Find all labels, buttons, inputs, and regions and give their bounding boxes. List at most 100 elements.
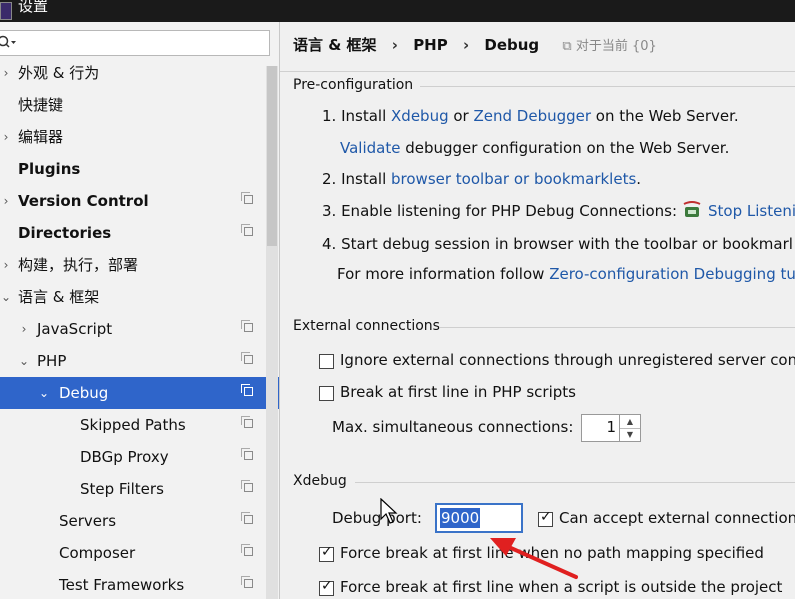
sidebar-scrollbar[interactable] [266,66,278,599]
chevron-down-icon[interactable]: ⌄ [0,281,12,313]
sidebar-item-label: Servers [59,512,117,530]
sidebar-item-appearance[interactable]: › 外观 & 行为 [0,57,266,89]
sidebar-item-version-control[interactable]: › Version Control [0,185,266,217]
debug-port-label: Debug port: [332,509,422,527]
max-connections-spinner[interactable]: 1 ▲ ▼ [581,414,641,442]
sidebar-item-label: 编辑器 [18,128,64,146]
sidebar-item-label: Directories [18,224,112,242]
sidebar-item-label: Version Control [18,192,149,210]
chevron-right-icon[interactable]: › [0,249,12,281]
sidebar-item-composer[interactable]: Composer [0,537,266,569]
ignore-external-checkbox[interactable] [319,354,334,369]
project-scope-icon [241,384,253,396]
listen-phone-icon[interactable] [683,201,703,219]
accept-external-checkbox[interactable] [538,509,553,527]
breadcrumb-item: 语言 & 框架 [293,36,377,54]
sidebar-item-label: Skipped Paths [80,416,186,434]
sidebar-item-label: Debug [59,384,109,402]
sidebar-item-languages[interactable]: ⌄ 语言 & 框架 [0,281,266,313]
force-break-no-mapping-checkbox[interactable] [319,544,334,562]
xdebug-link[interactable]: Xdebug [391,107,449,125]
step-1: 1. Install Xdebug or Zend Debugger on th… [322,107,739,125]
group-title-xdebug: Xdebug [293,473,347,489]
validate-line: Validate debugger configuration on the W… [340,139,730,157]
project-scope-icon [241,416,253,428]
project-scope-icon [241,224,253,236]
debug-port-value[interactable]: 9000 [440,508,481,528]
sidebar-item-servers[interactable]: Servers [0,505,266,537]
sidebar-item-dbgp-proxy[interactable]: DBGp Proxy [0,441,266,473]
sidebar-item-debug[interactable]: ⌄ Debug [0,377,279,409]
window-title: 设置 [18,0,49,15]
force-break-outside-checkbox[interactable] [319,578,334,596]
sidebar-item-label: Step Filters [80,480,164,498]
mouse-cursor-icon [380,498,398,524]
sidebar-item-keymap[interactable]: 快捷键 [0,89,266,121]
zero-config-link[interactable]: Zero-configuration Debugging tu [549,265,795,283]
ignore-external-label[interactable]: Ignore external connections through unre… [340,351,795,369]
sidebar-item-javascript[interactable]: › JavaScript [0,313,266,345]
search-input[interactable] [17,33,266,55]
browser-toolbar-link[interactable]: browser toolbar or bookmarklets [391,170,636,188]
project-scope-icon [241,320,253,332]
project-scope-icon [241,192,253,204]
breadcrumb-separator: › [391,36,398,54]
more-info-line: For more information follow Zero-configu… [337,265,795,283]
settings-content: 语言 & 框架 › PHP › Debug ⧉ 对于当前 {0} Pre-con… [280,22,795,599]
accept-external-label[interactable]: Can accept external connections [559,509,795,527]
sidebar-item-label: Composer [59,544,136,562]
sidebar-item-label: JavaScript [37,320,113,338]
increment-button[interactable]: ▲ [620,415,640,429]
group-separator [355,482,795,483]
app-icon [0,2,12,20]
chevron-right-icon[interactable]: › [0,185,12,217]
divider [280,71,795,72]
force-break-outside-label[interactable]: Force break at first line when a script … [340,578,782,596]
sidebar-item-label: 构建，执行，部署 [18,256,139,274]
scope-note: ⧉ 对于当前 {0} [562,39,657,54]
group-separator [440,327,795,328]
scrollbar-thumb[interactable] [267,66,277,246]
max-connections-value[interactable]: 1 [606,418,616,436]
chevron-right-icon[interactable]: › [18,313,30,345]
sidebar-item-php[interactable]: ⌄ PHP [0,345,266,377]
sidebar-item-label: 快捷键 [18,96,64,114]
project-scope-icon [241,448,253,460]
max-connections-label: Max. simultaneous connections: [332,418,574,436]
zend-debugger-link[interactable]: Zend Debugger [473,107,591,125]
chevron-down-icon[interactable]: ⌄ [38,377,50,409]
debug-port-input[interactable]: 9000 [435,503,523,533]
project-scope-icon [241,576,253,588]
break-first-line-label[interactable]: Break at first line in PHP scripts [340,383,576,401]
group-title-external: External connections [293,318,440,334]
sidebar-item-label: Test Frameworks [59,576,185,594]
project-scope-icon [241,544,253,556]
step-3: 3. Enable listening for PHP Debug Connec… [322,202,678,220]
chevron-right-icon[interactable]: › [0,121,12,153]
step-2: 2. Install browser toolbar or bookmarkle… [322,170,642,188]
step-4: 4. Start debug session in browser with t… [322,235,793,253]
group-separator [420,86,795,87]
title-bar: 设置 [0,0,795,22]
sidebar-item-directories[interactable]: Directories [0,217,266,249]
breadcrumb: 语言 & 框架 › PHP › Debug ⧉ 对于当前 {0} [293,34,667,55]
sidebar-item-plugins[interactable]: Plugins [0,153,266,185]
sidebar-item-test-frameworks[interactable]: Test Frameworks [0,569,266,599]
break-first-line-checkbox[interactable] [319,386,334,401]
sidebar-item-build[interactable]: › 构建，执行，部署 [0,249,266,281]
project-scope-icon [241,512,253,524]
chevron-right-icon[interactable]: › [0,57,12,89]
sidebar-item-label: 语言 & 框架 [18,288,100,306]
force-break-no-mapping-label[interactable]: Force break at first line when no path m… [340,544,764,562]
stop-listening-link[interactable]: Stop Listeni [708,202,795,220]
sidebar-item-editor[interactable]: › 编辑器 [0,121,266,153]
sidebar-item-step-filters[interactable]: Step Filters [0,473,266,505]
decrement-button[interactable]: ▼ [620,428,640,441]
sidebar-item-skipped-paths[interactable]: Skipped Paths [0,409,266,441]
search-box[interactable] [0,30,270,56]
group-title-preconfig: Pre-configuration [293,77,414,93]
chevron-down-icon[interactable]: ⌄ [18,345,30,377]
breadcrumb-separator: › [462,36,470,54]
search-icon [0,35,16,48]
validate-link[interactable]: Validate [340,139,400,157]
